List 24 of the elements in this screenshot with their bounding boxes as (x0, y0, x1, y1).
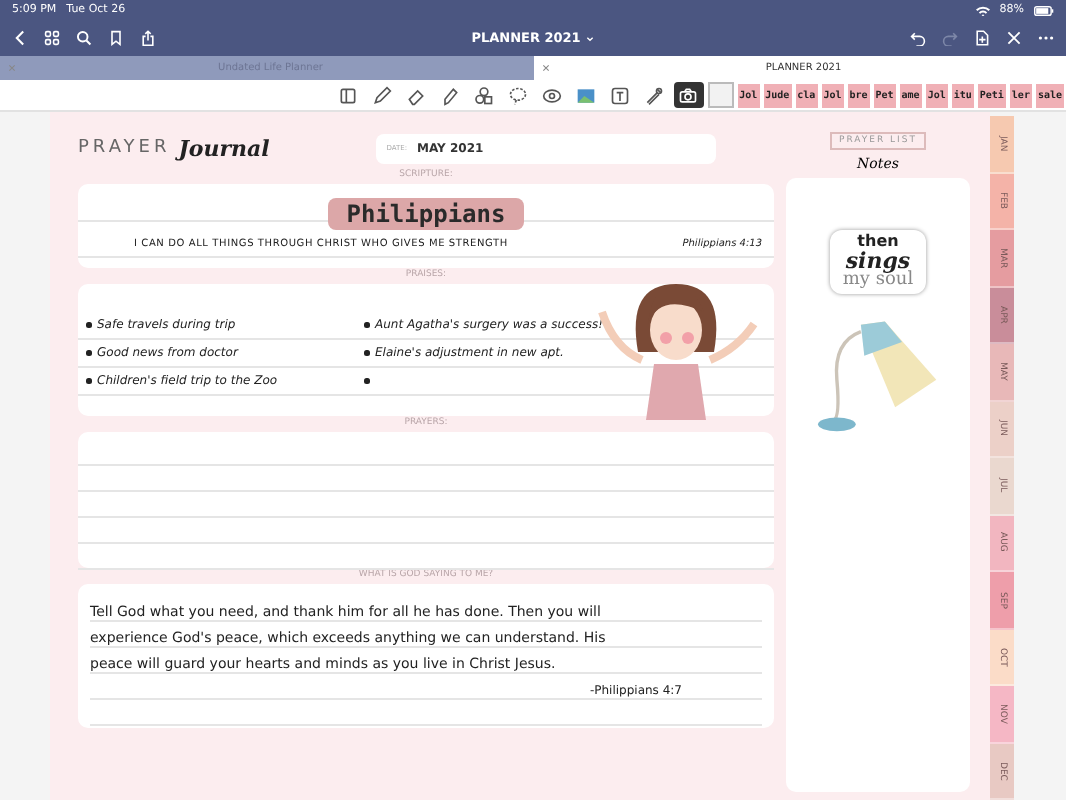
add-page-icon[interactable] (974, 30, 990, 46)
bullet-icon (86, 378, 91, 384)
grid-icon[interactable] (44, 30, 60, 46)
chevron-down-icon[interactable] (586, 35, 595, 41)
wifi-icon (975, 5, 990, 15)
more-icon[interactable] (1038, 30, 1054, 46)
back-icon[interactable] (12, 30, 28, 46)
bullet-icon (364, 378, 369, 384)
page-title-script: Journal (178, 135, 272, 161)
bullet-icon (86, 350, 91, 356)
battery-icon (1034, 5, 1054, 15)
share-icon[interactable] (140, 30, 156, 46)
bullet-icon (364, 322, 369, 328)
undo-icon[interactable] (910, 30, 926, 46)
search-icon[interactable] (76, 30, 92, 46)
close-icon[interactable] (541, 64, 549, 72)
page-title: PRAYER (78, 138, 171, 158)
bookmark-icon[interactable] (108, 30, 124, 46)
bullet-icon (86, 322, 91, 328)
book-title: Philippians (328, 198, 524, 230)
page-thumbnail[interactable] (707, 82, 734, 108)
camera-icon[interactable] (673, 82, 704, 108)
bullet-icon (364, 350, 369, 356)
sticker: then sings my soul (830, 230, 926, 294)
